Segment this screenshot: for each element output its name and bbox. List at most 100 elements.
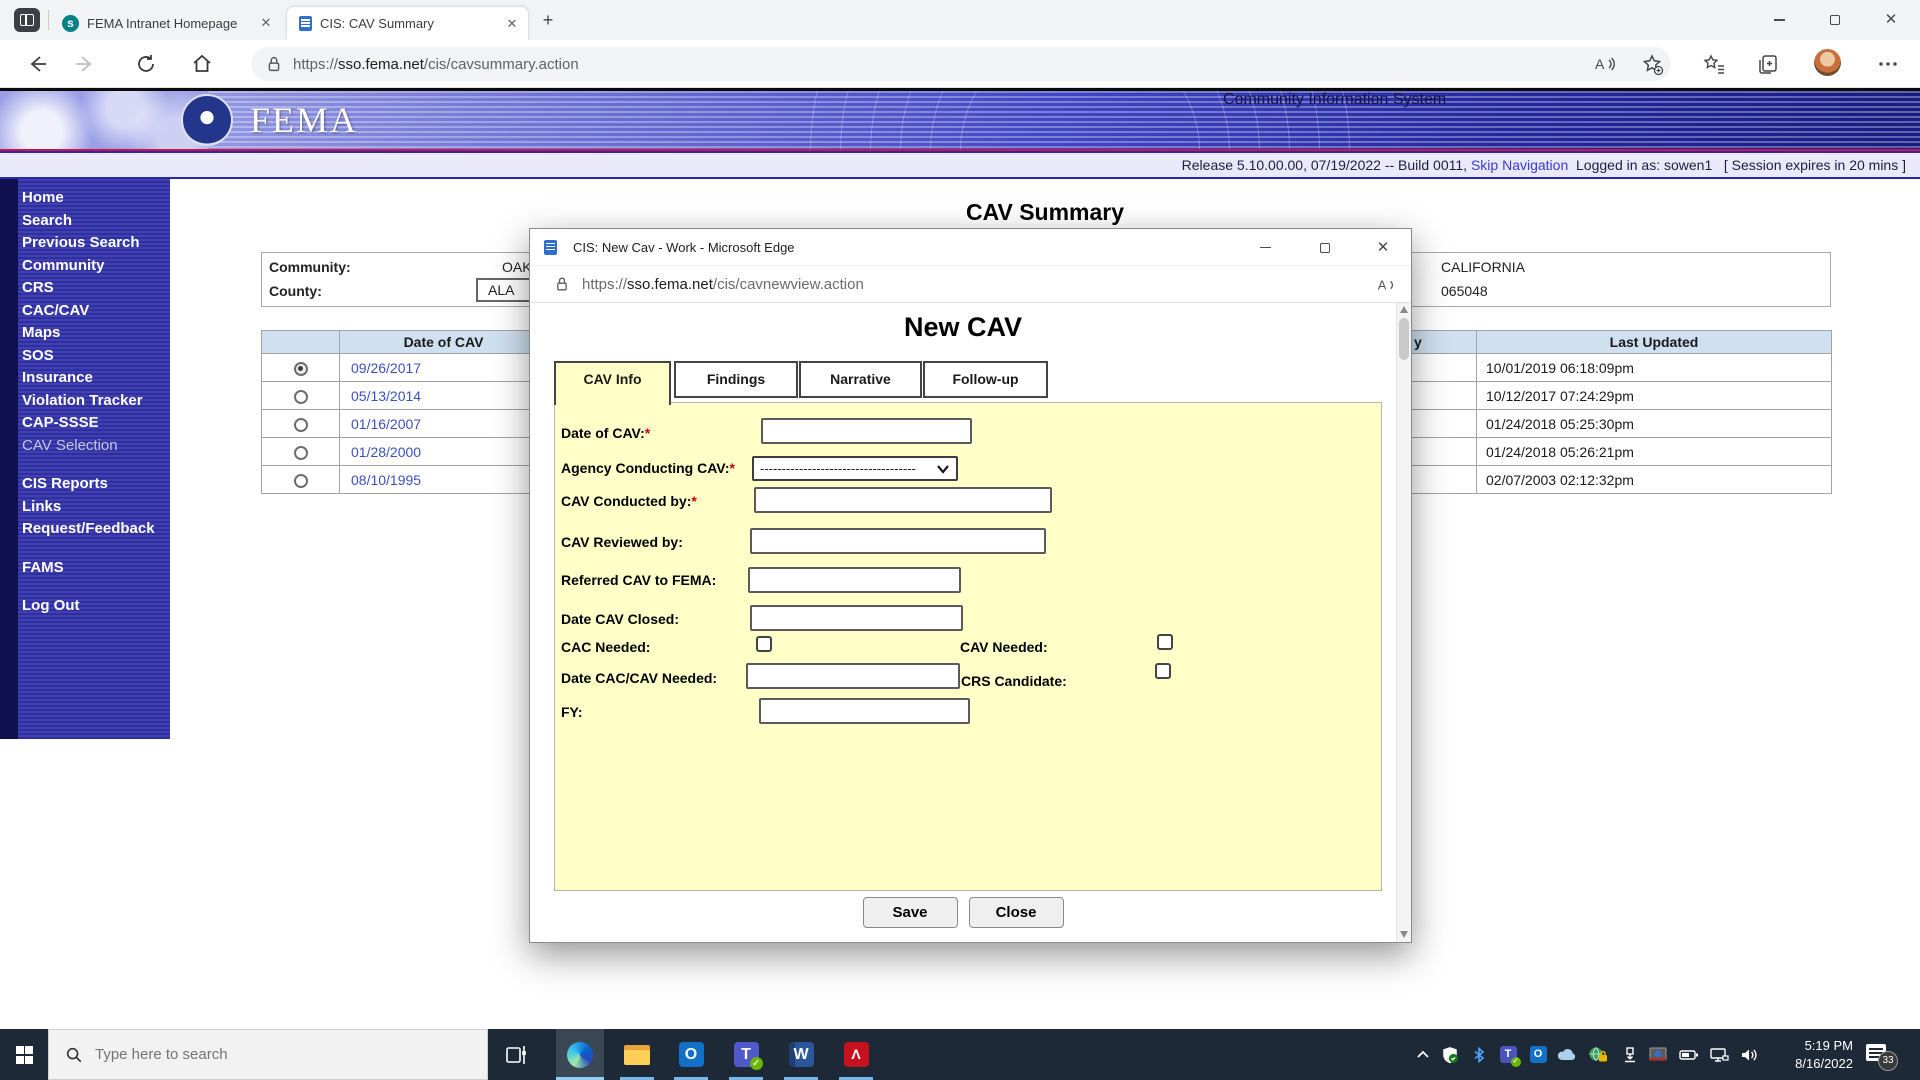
search-input[interactable]	[95, 1046, 425, 1063]
row-radio[interactable]	[294, 418, 308, 432]
skip-navigation-link[interactable]: Skip Navigation	[1471, 157, 1568, 173]
fy-input[interactable]	[759, 698, 970, 724]
window-maximize-button[interactable]	[1808, 0, 1862, 40]
popup-maximize-button[interactable]	[1302, 229, 1348, 266]
home-icon[interactable]	[190, 52, 214, 76]
taskbar-edge-button[interactable]	[556, 1029, 604, 1080]
agency-conducting-cav-select[interactable]: ------------------------------------	[752, 456, 958, 481]
sidebar-item-cis-reports[interactable]: CIS Reports	[22, 473, 170, 496]
tray-onedrive-icon[interactable]	[1554, 1029, 1580, 1080]
sidebar-item-previous-search[interactable]: Previous Search	[22, 232, 170, 255]
address-bar[interactable]: https://sso.fema.net/cis/cavsummary.acti…	[251, 47, 1671, 81]
row-radio[interactable]	[294, 446, 308, 460]
tray-security-shield-icon[interactable]	[1437, 1029, 1463, 1080]
crs-candidate-checkbox[interactable]	[1155, 663, 1171, 679]
close-button[interactable]: Close	[969, 897, 1064, 928]
sidebar-item-search[interactable]: Search	[22, 210, 170, 233]
row-radio[interactable]	[294, 362, 308, 376]
popup-minimize-button[interactable]	[1242, 229, 1288, 266]
sidebar-item-cap-ssse[interactable]: CAP-SSSE	[22, 412, 170, 435]
sidebar-item-log-out[interactable]: Log Out	[22, 595, 170, 618]
cac-needed-checkbox[interactable]	[756, 636, 772, 652]
back-icon[interactable]	[25, 52, 49, 76]
cav-conducted-by-input[interactable]	[754, 487, 1052, 513]
tray-bluetooth-icon[interactable]	[1466, 1029, 1492, 1080]
cav-reviewed-by-input[interactable]	[750, 528, 1046, 554]
tray-teams-icon[interactable]: T✓	[1495, 1029, 1521, 1080]
cav-needed-checkbox[interactable]	[1157, 634, 1173, 650]
tray-network-icon[interactable]	[1706, 1029, 1732, 1080]
sidebar-item-request-feedback[interactable]: Request/Feedback	[22, 518, 170, 541]
tray-remote-device-icon[interactable]	[1645, 1029, 1671, 1080]
tray-outlook-icon[interactable]: O	[1525, 1029, 1551, 1080]
add-favorite-icon[interactable]	[1640, 52, 1664, 76]
cav-date-link[interactable]: 01/28/2000	[340, 438, 548, 466]
favorites-bar-icon[interactable]	[1702, 52, 1726, 76]
read-aloud-icon[interactable]: A	[1592, 52, 1616, 76]
taskbar-acrobat-button[interactable]: Λ	[832, 1029, 880, 1080]
referred-cav-to-fema-input[interactable]	[748, 567, 961, 593]
tray-volume-icon[interactable]	[1737, 1029, 1763, 1080]
taskbar-file-explorer-button[interactable]	[613, 1029, 661, 1080]
taskbar-teams-button[interactable]: T✓	[722, 1029, 770, 1080]
refresh-icon[interactable]	[134, 52, 158, 76]
sidebar-item-insurance[interactable]: Insurance	[22, 367, 170, 390]
date-cac-cav-needed-input[interactable]	[746, 663, 960, 689]
community-value: OAK	[502, 259, 532, 275]
tab-follow-up[interactable]: Follow-up	[923, 361, 1048, 398]
tab-actions-menu-icon[interactable]	[14, 8, 40, 32]
cav-date-link[interactable]: 09/26/2017	[340, 354, 548, 382]
cav-date-link[interactable]: 05/13/2014	[340, 382, 548, 410]
tray-battery-icon[interactable]	[1676, 1029, 1702, 1080]
tray-vpn-globe-lock-icon[interactable]	[1585, 1029, 1611, 1080]
sidebar-item-fams[interactable]: FAMS	[22, 557, 170, 580]
new-tab-button[interactable]: +	[537, 10, 559, 32]
forward-icon[interactable]	[73, 52, 97, 76]
sidebar-item-cac-cav[interactable]: CAC/CAV	[22, 300, 170, 323]
sidebar-item-sos[interactable]: SOS	[22, 345, 170, 368]
popup-titlebar[interactable]: CIS: New Cav - Work - Microsoft Edge ✕	[530, 229, 1411, 266]
sidebar-item-home[interactable]: Home	[22, 179, 170, 210]
popup-address-bar[interactable]: https://sso.fema.net/cis/cavnewview.acti…	[530, 266, 1411, 303]
sidebar-item-cav-selection[interactable]: CAV Selection	[22, 435, 170, 458]
sidebar-item-crs[interactable]: CRS	[22, 277, 170, 300]
profile-avatar[interactable]	[1814, 49, 1841, 76]
taskbar-search-box[interactable]	[48, 1029, 488, 1080]
cav-date-link[interactable]: 08/10/1995	[340, 466, 548, 494]
popup-close-button[interactable]: ✕	[1360, 229, 1406, 266]
save-button[interactable]: Save	[863, 897, 958, 928]
close-tab-icon[interactable]: ✕	[258, 15, 274, 31]
tab-narrative[interactable]: Narrative	[799, 361, 922, 398]
row-radio[interactable]	[294, 474, 308, 488]
scrollbar-thumb[interactable]	[1399, 318, 1409, 360]
scroll-down-icon[interactable]	[1400, 931, 1408, 938]
sidebar-item-community[interactable]: Community	[22, 255, 170, 278]
popup-scrollbar[interactable]	[1396, 303, 1411, 942]
row-radio[interactable]	[294, 390, 308, 404]
sidebar-item-maps[interactable]: Maps	[22, 322, 170, 345]
tray-usb-icon[interactable]	[1617, 1029, 1643, 1080]
sidebar-item-links[interactable]: Links	[22, 496, 170, 519]
taskbar-outlook-button[interactable]: O	[667, 1029, 715, 1080]
tab-cis-cav-summary[interactable]: CIS: CAV Summary ✕	[286, 6, 529, 40]
date-of-cav-input[interactable]	[761, 418, 972, 444]
cav-date-link[interactable]: 01/16/2007	[340, 410, 548, 438]
taskbar-clock[interactable]: 5:19 PM 8/16/2022	[1775, 1029, 1853, 1080]
tab-findings[interactable]: Findings	[674, 361, 798, 398]
taskbar-word-button[interactable]: W	[777, 1029, 825, 1080]
settings-menu-icon[interactable]	[1876, 52, 1900, 76]
read-aloud-icon[interactable]: A	[1375, 274, 1397, 296]
date-cav-closed-input[interactable]	[750, 605, 963, 631]
window-close-button[interactable]: ✕	[1864, 0, 1918, 40]
sidebar-item-violation-tracker[interactable]: Violation Tracker	[22, 390, 170, 413]
task-view-button[interactable]	[493, 1029, 541, 1080]
window-minimize-button[interactable]	[1752, 0, 1806, 40]
tab-cav-info[interactable]: CAV Info	[554, 361, 671, 405]
close-tab-icon[interactable]: ✕	[504, 16, 520, 32]
tray-chevron-up-icon[interactable]	[1410, 1029, 1436, 1080]
notification-center-button[interactable]: 33	[1858, 1029, 1908, 1080]
tab-fema-intranet[interactable]: s FEMA Intranet Homepage ✕	[52, 6, 282, 40]
collections-icon[interactable]	[1756, 52, 1780, 76]
scroll-up-icon[interactable]	[1400, 306, 1408, 313]
start-button[interactable]	[0, 1029, 48, 1080]
